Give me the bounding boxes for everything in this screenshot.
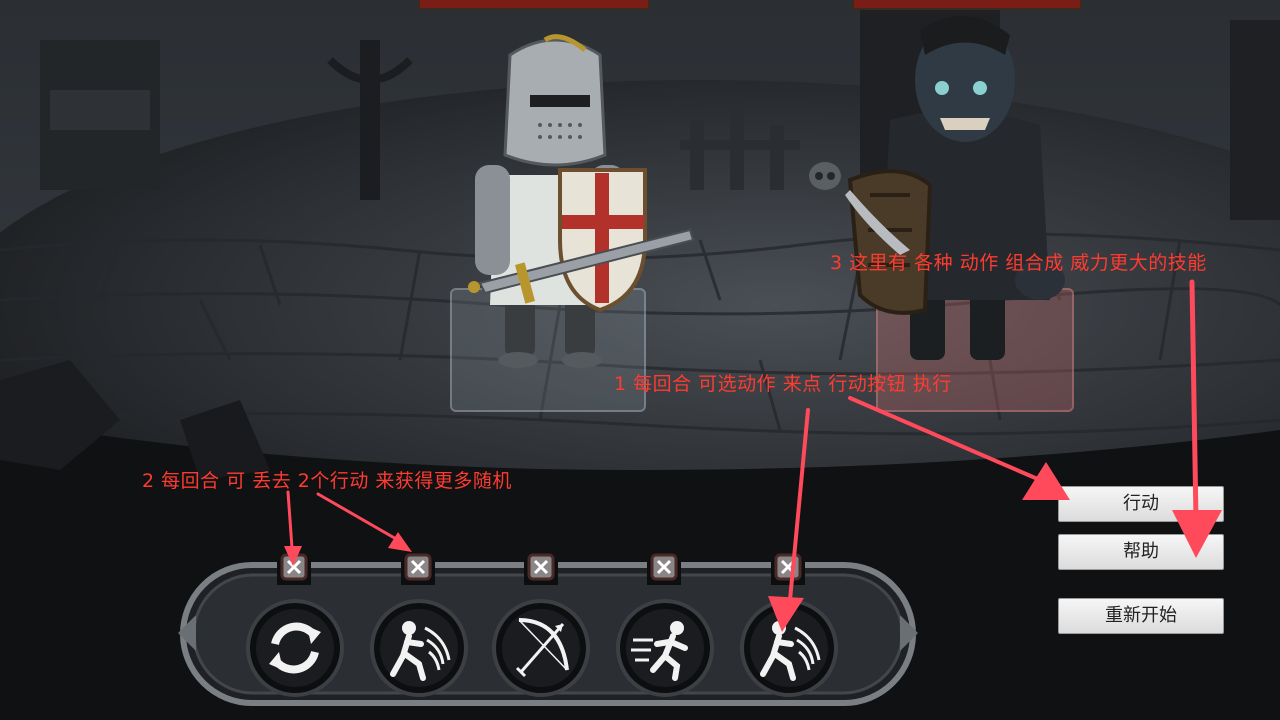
knight-character[interactable] bbox=[460, 25, 700, 375]
discard-button-5[interactable] bbox=[767, 547, 809, 585]
player-health-bar bbox=[418, 0, 650, 10]
action-slot-dash-strike[interactable] bbox=[369, 598, 469, 698]
annotation-discard-hint: 2 每回合 可 丢去 2个行动 来获得更多随机 bbox=[142, 470, 512, 492]
action-slot-refresh[interactable] bbox=[245, 598, 345, 698]
skull-decoration bbox=[809, 162, 841, 190]
close-icon bbox=[647, 553, 681, 585]
restart-button[interactable]: 重新开始 bbox=[1058, 598, 1224, 634]
enemy-health-bar bbox=[852, 0, 1082, 10]
dash-strike-icon bbox=[370, 599, 468, 697]
action-slot-dash-strike-2[interactable] bbox=[739, 598, 839, 698]
close-icon bbox=[524, 553, 558, 585]
discard-button-2[interactable] bbox=[397, 547, 439, 585]
zombie-enemy-character[interactable] bbox=[840, 10, 1080, 380]
bow-icon bbox=[492, 599, 590, 697]
discard-button-4[interactable] bbox=[643, 547, 685, 585]
dash-strike-icon bbox=[740, 599, 838, 697]
help-button[interactable]: 帮助 bbox=[1058, 534, 1224, 570]
annotation-act-hint: 1 每回合 可选动作 来点 行动按钮 执行 bbox=[614, 373, 952, 395]
act-button[interactable]: 行动 bbox=[1058, 486, 1224, 522]
action-slot-run[interactable] bbox=[615, 598, 715, 698]
close-icon bbox=[401, 553, 435, 585]
discard-button-1[interactable] bbox=[273, 547, 315, 585]
close-icon bbox=[771, 553, 805, 585]
run-icon bbox=[616, 599, 714, 697]
annotation-combo-hint: 3 这里有 各种 动作 组合成 威力更大的技能 bbox=[830, 252, 1207, 274]
action-slot-bow[interactable] bbox=[491, 598, 591, 698]
refresh-icon bbox=[246, 599, 344, 697]
close-icon bbox=[277, 553, 311, 585]
discard-button-3[interactable] bbox=[520, 547, 562, 585]
